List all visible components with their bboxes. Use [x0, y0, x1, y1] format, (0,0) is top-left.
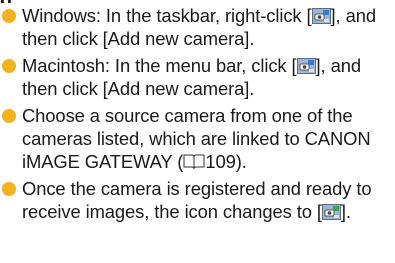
item-text-after: 109). — [205, 150, 247, 172]
list-item-windows: Windows: In the taskbar, right-click [],… — [0, 5, 395, 50]
item-text-before: Windows: In the taskbar, right-click [ — [22, 5, 312, 26]
item-text-before: Once the camera is registered and ready … — [22, 178, 372, 222]
book-reference-icon — [183, 153, 205, 170]
bullet-icon — [2, 182, 16, 197]
item-text-after: ]. — [340, 200, 351, 222]
heading-fragment: g — [0, 0, 40, 3]
bullet-icon — [2, 9, 16, 23]
list-item-macintosh: Macintosh: In the menu bar, click [], an… — [0, 55, 395, 100]
camera-ready-icon — [321, 203, 341, 221]
bullet-icon — [2, 59, 16, 74]
camera-connection-icon — [311, 7, 331, 25]
bullet-icon — [2, 109, 16, 124]
list-item-choose-camera: Choose a source camera from one of the c… — [0, 105, 395, 173]
item-text-before: Macintosh: In the menu bar, click [ — [22, 55, 297, 77]
list-item-registered: Once the camera is registered and ready … — [0, 178, 395, 223]
camera-connection-icon — [296, 57, 316, 75]
instruction-list: Windows: In the taskbar, right-click [],… — [0, 5, 395, 228]
